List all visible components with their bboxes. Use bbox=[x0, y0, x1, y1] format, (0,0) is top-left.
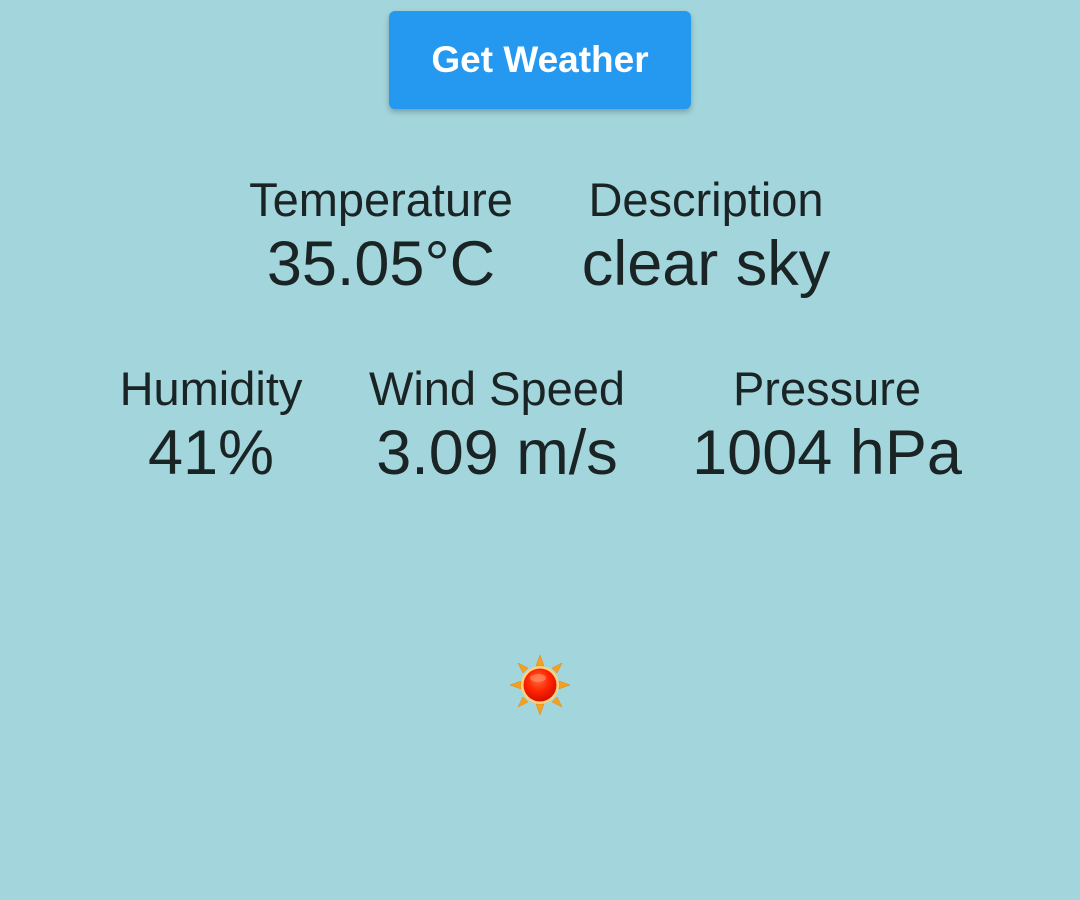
description-block: Description clear sky bbox=[556, 172, 856, 300]
humidity-value: 41% bbox=[147, 418, 275, 488]
pressure-label: Pressure bbox=[732, 362, 922, 415]
wind-speed-value: 3.09 m/s bbox=[376, 418, 618, 488]
wind-speed-label: Wind Speed bbox=[368, 362, 626, 415]
wind-speed-block: Wind Speed 3.09 m/s bbox=[352, 361, 642, 489]
humidity-block: Humidity 41% bbox=[86, 361, 336, 489]
temperature-value: 35.05°C bbox=[266, 229, 496, 299]
pressure-block: Pressure 1004 hPa bbox=[667, 361, 987, 489]
pressure-value: 1004 hPa bbox=[692, 418, 962, 488]
temperature-label: Temperature bbox=[249, 173, 513, 226]
description-label: Description bbox=[588, 173, 824, 226]
sun-icon bbox=[509, 654, 571, 716]
get-weather-button[interactable]: Get Weather bbox=[389, 11, 691, 109]
temperature-block: Temperature 35.05°C bbox=[231, 172, 531, 300]
humidity-label: Humidity bbox=[119, 362, 303, 415]
description-value: clear sky bbox=[581, 229, 831, 299]
